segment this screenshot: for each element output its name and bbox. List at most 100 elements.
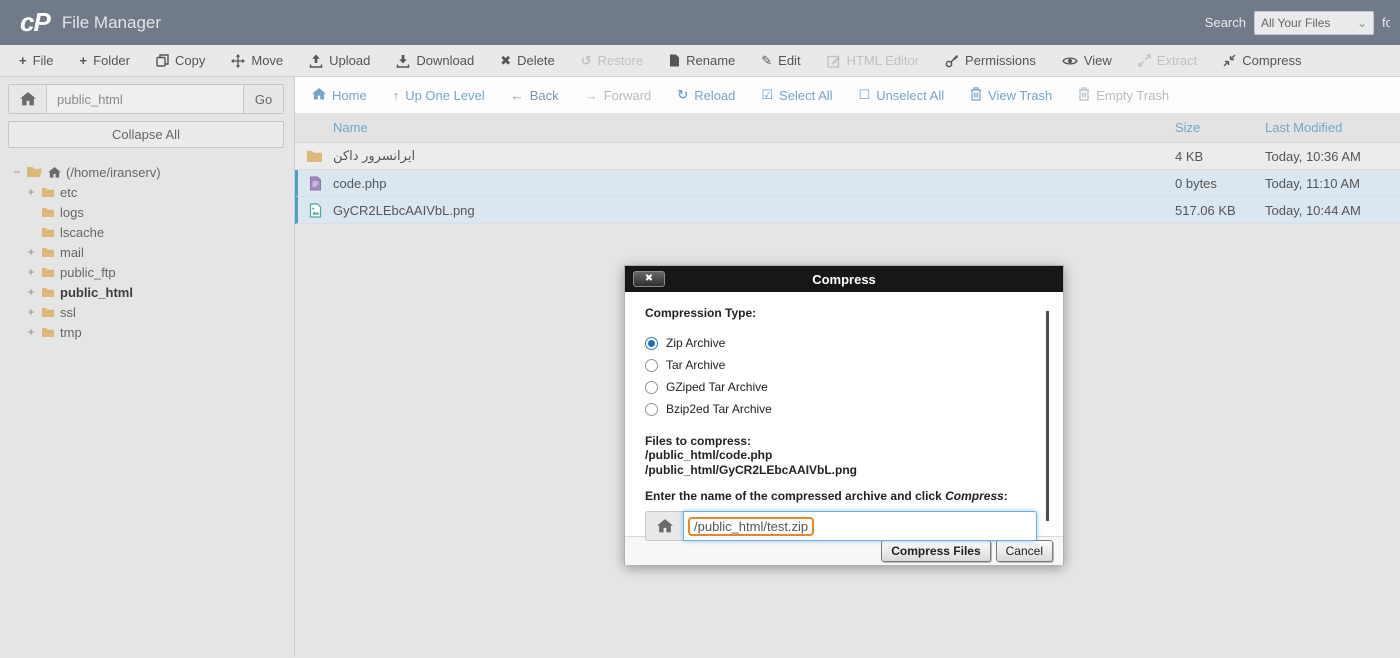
tree-item-tmp[interactable]: + tmp (12, 322, 294, 342)
file-path: /public_html/code.php (645, 448, 1043, 462)
toolbar-rename[interactable]: Rename (656, 45, 748, 76)
cancel-button[interactable]: Cancel (996, 540, 1053, 562)
tree-item-logs[interactable]: logs (12, 202, 294, 222)
tree-item-label: public_ftp (60, 265, 116, 280)
radio-zip-archive[interactable]: Zip Archive (645, 332, 1043, 354)
tree-item-public-html[interactable]: + public_html (12, 282, 294, 302)
expand-icon[interactable]: + (26, 265, 36, 279)
file-name: GyCR2LEbcAAIVbL.png (333, 203, 1175, 218)
tree-item-lscache[interactable]: lscache (12, 222, 294, 242)
toolbar-html-editor[interactable]: HTML Editor (814, 45, 932, 76)
toolbar-edit[interactable]: ✎ Edit (748, 45, 813, 76)
tree-item-label: etc (60, 185, 77, 200)
download-icon (396, 54, 410, 68)
toolbar-download[interactable]: Download (383, 45, 487, 76)
expand-icon[interactable]: + (26, 285, 36, 299)
tree-item-mail[interactable]: + mail (12, 242, 294, 262)
nav-select-all[interactable]: ☑ Select All (748, 87, 845, 103)
home-icon[interactable] (9, 85, 47, 113)
radio-icon[interactable] (645, 381, 658, 394)
toolbar-copy[interactable]: Copy (143, 45, 218, 76)
compression-type-label: Compression Type: (645, 306, 1043, 320)
toolbar-html-editor-label: HTML Editor (847, 53, 919, 68)
nav-back-label: Back (530, 88, 559, 103)
radio-label: GZiped Tar Archive (666, 380, 768, 394)
nav-reload-label: Reload (694, 88, 735, 103)
search-label: Search (1205, 15, 1246, 30)
toolbar-move[interactable]: Move (218, 45, 296, 76)
folder-icon (41, 247, 55, 258)
nav-home[interactable]: Home (299, 88, 380, 103)
nav-empty-trash[interactable]: Empty Trash (1065, 87, 1182, 104)
home-icon (312, 88, 326, 103)
folder-icon (41, 227, 55, 238)
expand-icon[interactable]: + (26, 305, 36, 319)
toolbar-permissions[interactable]: Permissions (932, 45, 1049, 76)
eye-icon (1062, 56, 1078, 66)
archive-name-input[interactable]: /public_html/test.zip (683, 511, 1037, 541)
forward-arrow-icon: → (585, 88, 598, 103)
search-scope-select[interactable]: All Your Files ⌄ (1254, 11, 1374, 35)
expand-icon[interactable]: + (26, 245, 36, 259)
nav-forward[interactable]: → Forward (572, 88, 665, 103)
tree-item-label: logs (60, 205, 84, 220)
toolbar-folder[interactable]: + Folder (67, 45, 143, 76)
toolbar-download-label: Download (416, 53, 474, 68)
instruction-colon: : (1004, 489, 1008, 503)
radio-label: Zip Archive (666, 336, 725, 350)
toolbar-extract[interactable]: Extract (1125, 45, 1210, 76)
toolbar-permissions-label: Permissions (965, 53, 1036, 68)
toolbar-delete[interactable]: ✖ Delete (487, 45, 567, 76)
toolbar-upload[interactable]: Upload (296, 45, 383, 76)
tree-item-public-ftp[interactable]: + public_ftp (12, 262, 294, 282)
file-toolbar: + File + Folder Copy Move Upload Downloa… (0, 45, 1400, 77)
radio-bzip2-tar-archive[interactable]: Bzip2ed Tar Archive (645, 398, 1043, 420)
file-row-code-php[interactable]: code.php 0 bytes Today, 11:10 AM (295, 170, 1400, 197)
dialog-header[interactable]: ✖ Compress (625, 266, 1063, 292)
collapse-all-button[interactable]: Collapse All (8, 121, 284, 148)
file-size: 4 KB (1175, 149, 1265, 164)
nav-view-trash[interactable]: View Trash (957, 87, 1065, 104)
chevron-down-icon: ⌄ (1357, 16, 1367, 30)
go-button[interactable]: Go (243, 85, 283, 113)
tree-root[interactable]: − (/home/iranserv) (12, 162, 294, 182)
toolbar-compress[interactable]: Compress (1210, 45, 1314, 76)
folder-icon (41, 287, 55, 298)
file-modified: Today, 10:36 AM (1265, 149, 1400, 164)
radio-icon[interactable] (645, 403, 658, 416)
nav-reload[interactable]: ↻ Reload (664, 87, 748, 103)
nav-unselect-all-label: Unselect All (876, 88, 944, 103)
toolbar-view[interactable]: View (1049, 45, 1125, 76)
expand-icon[interactable]: + (26, 185, 36, 199)
nav-up-one-level[interactable]: ↑ Up One Level (380, 88, 498, 103)
tree-item-etc[interactable]: + etc (12, 182, 294, 202)
toolbar-restore[interactable]: ↺ Restore (568, 45, 656, 76)
tree-item-ssl[interactable]: + ssl (12, 302, 294, 322)
radio-gzip-tar-archive[interactable]: GZiped Tar Archive (645, 376, 1043, 398)
column-last-modified[interactable]: Last Modified (1265, 120, 1400, 135)
radio-icon[interactable] (645, 359, 658, 372)
file-row-folder[interactable]: ايرانسرور داكن 4 KB Today, 10:36 AM (295, 143, 1400, 170)
file-row-png[interactable]: GyCR2LEbcAAIVbL.png 517.06 KB Today, 10:… (295, 197, 1400, 224)
collapse-icon[interactable]: − (12, 165, 22, 179)
toolbar-file[interactable]: + File (6, 45, 67, 76)
compress-files-button[interactable]: Compress Files (881, 540, 990, 562)
column-size[interactable]: Size (1175, 120, 1265, 135)
page-title: File Manager (62, 13, 161, 33)
close-icon[interactable]: ✖ (633, 271, 665, 287)
nav-back[interactable]: ← Back (498, 88, 572, 103)
column-name[interactable]: Name (333, 120, 1175, 135)
dialog-scrollbar[interactable] (1046, 311, 1049, 521)
archive-name-value: /public_html/test.zip (688, 517, 814, 536)
back-arrow-icon: ← (511, 88, 524, 103)
nav-unselect-all[interactable]: ☐ Unselect All (846, 87, 958, 103)
nav-forward-label: Forward (604, 88, 652, 103)
expand-icon[interactable]: + (26, 325, 36, 339)
radio-selected-icon[interactable] (645, 337, 658, 350)
home-icon[interactable] (645, 511, 683, 541)
php-file-icon (298, 176, 333, 191)
path-input[interactable] (47, 85, 243, 113)
folder-tree: − (/home/iranserv) + etc logs (0, 162, 294, 342)
toolbar-delete-label: Delete (517, 53, 555, 68)
radio-tar-archive[interactable]: Tar Archive (645, 354, 1043, 376)
